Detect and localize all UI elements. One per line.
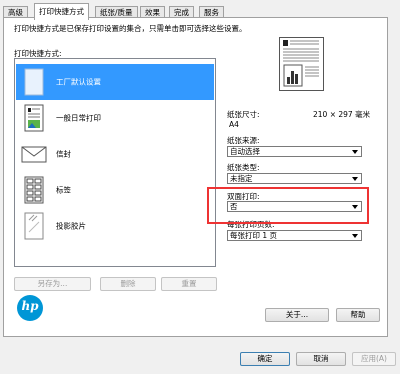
chevron-down-icon — [352, 234, 358, 238]
shortcut-label: 投影胶片 — [56, 221, 86, 231]
labels-icon — [24, 176, 44, 204]
hp-logo: hp — [17, 295, 43, 321]
about-button[interactable]: 关于... — [265, 308, 329, 322]
delete-button[interactable]: 删除 — [100, 277, 156, 291]
paper-size-value: A4 — [229, 120, 239, 129]
paper-source-label: 纸张来源: — [227, 136, 260, 145]
paper-size-label: 纸张尺寸: — [227, 110, 260, 119]
blank-page-icon — [24, 68, 44, 96]
help-button[interactable]: 帮助 — [336, 308, 380, 322]
shortcut-envelope[interactable]: 信封 — [16, 136, 214, 172]
pages-per-sheet-select[interactable]: 每张打印 1 页 — [227, 230, 362, 241]
chevron-down-icon — [352, 150, 358, 154]
paper-type-select[interactable]: 未指定 — [227, 173, 362, 184]
shortcut-general-everyday[interactable]: 一般日常打印 — [16, 100, 214, 136]
paper-type-label: 纸张类型: — [227, 163, 260, 172]
cancel-button[interactable]: 取消 — [296, 352, 346, 366]
tab-bar: 高级 打印快捷方式 纸张/质量 效果 完成 服务 — [3, 3, 400, 20]
shortcut-label: 标签 — [56, 185, 71, 195]
shortcut-label: 一般日常打印 — [56, 113, 101, 123]
shortcut-label: 信封 — [56, 149, 71, 159]
apply-button[interactable]: 应用(A) — [352, 352, 396, 366]
paper-source-select[interactable]: 自动选择 — [227, 146, 362, 157]
shortcut-transparency[interactable]: 投影胶片 — [16, 208, 214, 244]
envelope-icon — [21, 146, 47, 163]
shortcut-label: 工厂默认设置 — [56, 77, 101, 87]
shortcut-labels[interactable]: 标签 — [16, 172, 214, 208]
shortcut-factory-defaults[interactable]: 工厂默认设置 — [16, 64, 214, 100]
save-as-button[interactable]: 另存为... — [14, 277, 91, 291]
ok-button[interactable]: 确定 — [240, 352, 290, 366]
document-icon — [24, 104, 44, 132]
chevron-down-icon — [352, 177, 358, 181]
page-preview-icon — [279, 37, 324, 91]
duplex-highlight-box — [207, 187, 369, 224]
paper-size-dimensions: 210 × 297 毫米 — [313, 110, 371, 119]
shortcuts-description: 打印快捷方式是已保存打印设置的集合，只需单击即可选择这些设置。 — [14, 24, 247, 33]
shortcuts-list[interactable]: 工厂默认设置 一般日常打印 信封 标签 投影胶片 — [14, 58, 216, 267]
tab-printing-shortcuts[interactable]: 打印快捷方式 — [34, 3, 89, 20]
reset-button[interactable]: 重置 — [161, 277, 217, 291]
transparency-icon — [24, 212, 44, 240]
